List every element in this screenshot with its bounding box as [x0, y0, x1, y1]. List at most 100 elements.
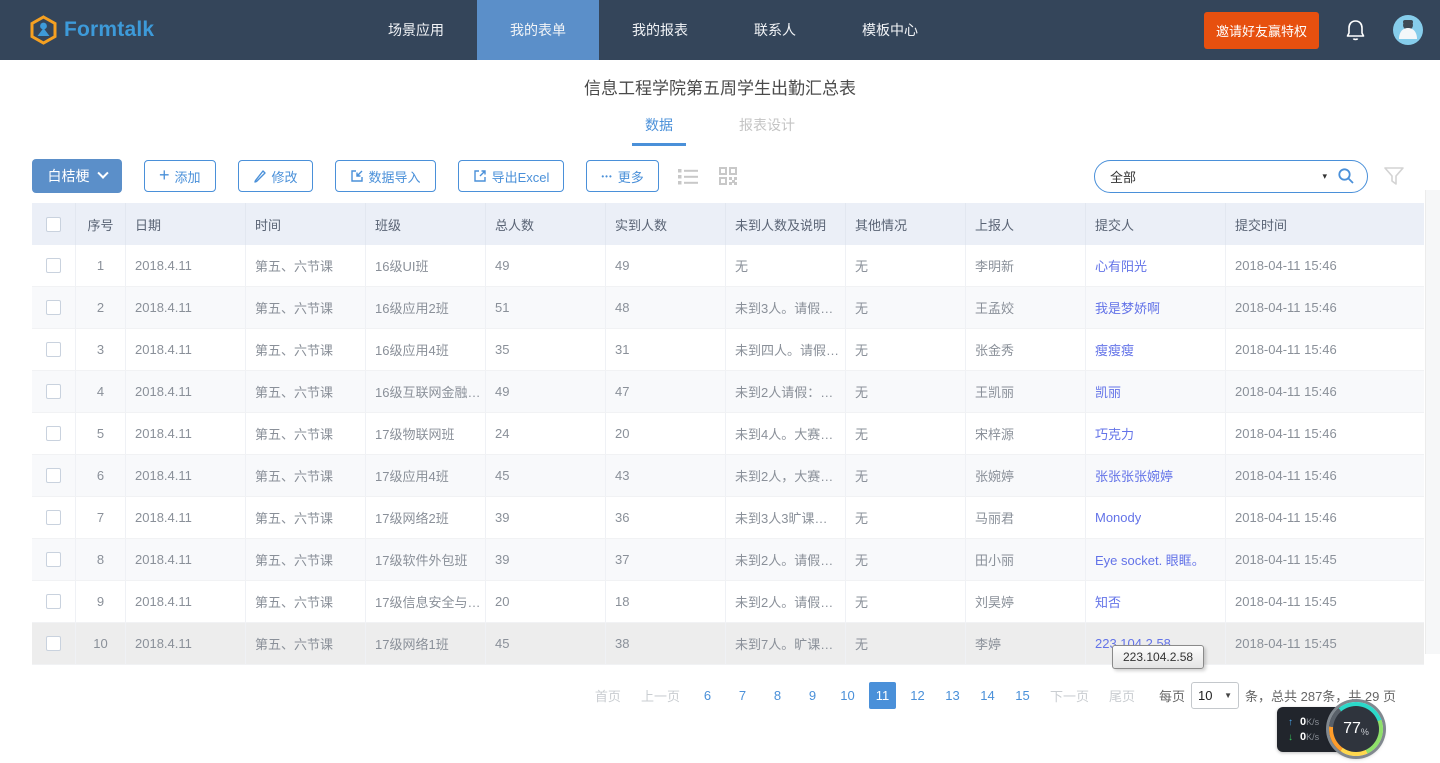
search-icon[interactable]	[1337, 167, 1355, 185]
page-button-8[interactable]: 8	[764, 682, 791, 709]
notification-bell-icon[interactable]	[1345, 18, 1366, 42]
page-numbers: 6789 10 11 12 13 14 15	[690, 682, 1040, 709]
row-checkbox[interactable]	[46, 258, 61, 273]
page-button-7[interactable]: 7	[729, 682, 756, 709]
table-row[interactable]: 6 2018.4.11 第五、六节课 17级应用4班 45 43 未到2人，大赛…	[32, 455, 1424, 497]
row-checkbox[interactable]	[46, 552, 61, 567]
page-button-9[interactable]: 9	[799, 682, 826, 709]
filter-funnel-icon[interactable]	[1382, 164, 1406, 188]
first-page-button[interactable]: 首页	[595, 686, 621, 705]
cell-reporter: 马丽君	[966, 497, 1086, 538]
data-import-button[interactable]: 数据导入	[335, 160, 436, 192]
table-row[interactable]: 9 2018.4.11 第五、六节课 17级信息安全与… 20 18 未到2人。…	[32, 581, 1424, 623]
table-row[interactable]: 2 2018.4.11 第五、六节课 16级应用2班 51 48 未到3人。请假…	[32, 287, 1424, 329]
nav-item-1[interactable]: 我的表单	[477, 0, 599, 60]
cell-reporter: 田小丽	[966, 539, 1086, 580]
cell-class: 16级应用4班	[366, 329, 486, 370]
nav-item-3[interactable]: 联系人	[721, 0, 829, 60]
submitter-link[interactable]: 我是梦娇啊	[1095, 298, 1160, 317]
view-selector-label: 白桔梗	[48, 166, 90, 186]
pagination: 首页 上一页 6789101112131415 下一页 尾页 每页 10 ▼ 条…	[0, 665, 1440, 709]
cell-present: 36	[606, 497, 726, 538]
submitter-link[interactable]: 瘦瘦瘦	[1095, 340, 1134, 359]
row-checkbox[interactable]	[46, 510, 61, 525]
chevron-down-icon	[97, 168, 108, 179]
page-button-10[interactable]: 10	[834, 682, 861, 709]
cell-present: 47	[606, 371, 726, 412]
per-page-select[interactable]: 10 ▼	[1191, 682, 1239, 709]
add-button[interactable]: + 添加	[144, 160, 216, 192]
select-all-checkbox[interactable]	[46, 217, 61, 232]
tab-0[interactable]: 数据	[632, 110, 686, 146]
cell-reporter: 李明新	[966, 245, 1086, 286]
last-page-button[interactable]: 尾页	[1109, 686, 1135, 705]
col-header-total: 总人数	[486, 203, 606, 245]
table-row[interactable]: 5 2018.4.11 第五、六节课 17级物联网班 24 20 未到4人。大赛…	[32, 413, 1424, 455]
list-view-icon[interactable]	[677, 166, 699, 186]
cell-class: 16级UI班	[366, 245, 486, 286]
cell-absent: 未到3人3旷课…	[726, 497, 846, 538]
cell-other: 无	[846, 329, 966, 370]
submitter-link[interactable]: 张张张张婉婷	[1095, 466, 1173, 485]
row-checkbox[interactable]	[46, 468, 61, 483]
submitter-link[interactable]: 凯丽	[1095, 382, 1121, 401]
nav-item-4[interactable]: 模板中心	[829, 0, 951, 60]
nav-item-0[interactable]: 场景应用	[355, 0, 477, 60]
page-button-11[interactable]: 11	[869, 682, 896, 709]
edit-button[interactable]: 修改	[238, 160, 313, 192]
cell-reporter: 张婉婷	[966, 455, 1086, 496]
qr-code-icon[interactable]	[717, 165, 739, 187]
table-row[interactable]: 3 2018.4.11 第五、六节课 16级应用4班 35 31 未到四人。请假…	[32, 329, 1424, 371]
row-checkbox[interactable]	[46, 594, 61, 609]
cell-index: 5	[76, 413, 126, 454]
page-button-15[interactable]: 15	[1009, 682, 1036, 709]
user-avatar[interactable]	[1392, 14, 1424, 46]
submitter-link[interactable]: Eye socket. 眼眶。	[1095, 550, 1205, 569]
page-button-12[interactable]: 12	[904, 682, 931, 709]
cell-submit-time: 2018-04-11 15:46	[1226, 455, 1424, 496]
search-dropdown-caret-icon[interactable]: ▾	[1322, 171, 1327, 182]
invite-friends-button[interactable]: 邀请好友赢特权	[1204, 12, 1319, 49]
tab-1[interactable]: 报表设计	[726, 110, 808, 146]
table-row[interactable]: 8 2018.4.11 第五、六节课 17级软件外包班 39 37 未到2人。请…	[32, 539, 1424, 581]
battery-percent-widget[interactable]: 77 %	[1329, 702, 1383, 756]
row-checkbox[interactable]	[46, 300, 61, 315]
row-checkbox[interactable]	[46, 342, 61, 357]
cell-date: 2018.4.11	[126, 245, 246, 286]
row-checkbox[interactable]	[46, 426, 61, 441]
page-button-14[interactable]: 14	[974, 682, 1001, 709]
next-page-button[interactable]: 下一页	[1050, 686, 1089, 705]
cell-date: 2018.4.11	[126, 623, 246, 664]
submitter-link[interactable]: 知否	[1095, 592, 1121, 611]
main-nav: 场景应用我的表单我的报表联系人模板中心	[355, 0, 951, 60]
submitter-link[interactable]: 巧克力	[1095, 424, 1134, 443]
cell-present: 38	[606, 623, 726, 664]
more-button[interactable]: ••• 更多	[586, 160, 658, 192]
brand-logo[interactable]: Formtalk	[0, 0, 230, 60]
cell-submit-time: 2018-04-11 15:46	[1226, 329, 1424, 370]
search-area: 全部 ▾	[1094, 160, 1406, 193]
cell-date: 2018.4.11	[126, 581, 246, 622]
table-row[interactable]: 7 2018.4.11 第五、六节课 17级网络2班 39 36 未到3人3旷课…	[32, 497, 1424, 539]
submitter-link[interactable]: 心有阳光	[1095, 256, 1147, 275]
cell-other: 无	[846, 245, 966, 286]
cell-time: 第五、六节课	[246, 329, 366, 370]
search-input[interactable]: 全部 ▾	[1094, 160, 1368, 193]
page-button-13[interactable]: 13	[939, 682, 966, 709]
scrollbar-track[interactable]	[1425, 190, 1440, 654]
table-row[interactable]: 1 2018.4.11 第五、六节课 16级UI班 49 49 无 无 李明新 …	[32, 245, 1424, 287]
upload-arrow-icon: ↑	[1288, 718, 1293, 728]
prev-page-button[interactable]: 上一页	[641, 686, 680, 705]
cell-other: 无	[846, 581, 966, 622]
row-checkbox[interactable]	[46, 636, 61, 651]
table-row[interactable]: 4 2018.4.11 第五、六节课 16级互联网金融… 49 47 未到2人请…	[32, 371, 1424, 413]
nav-item-2[interactable]: 我的报表	[599, 0, 721, 60]
col-header-reporter: 上报人	[966, 203, 1086, 245]
view-selector-button[interactable]: 白桔梗	[32, 159, 122, 193]
page-button-6[interactable]: 6	[694, 682, 721, 709]
export-excel-button[interactable]: 导出Excel	[458, 160, 565, 192]
submitter-link[interactable]: Monody	[1095, 510, 1141, 525]
table-row[interactable]: 10 2018.4.11 第五、六节课 17级网络1班 45 38 未到7人。旷…	[32, 623, 1424, 665]
download-speed-unit: K/s	[1306, 732, 1319, 742]
row-checkbox[interactable]	[46, 384, 61, 399]
